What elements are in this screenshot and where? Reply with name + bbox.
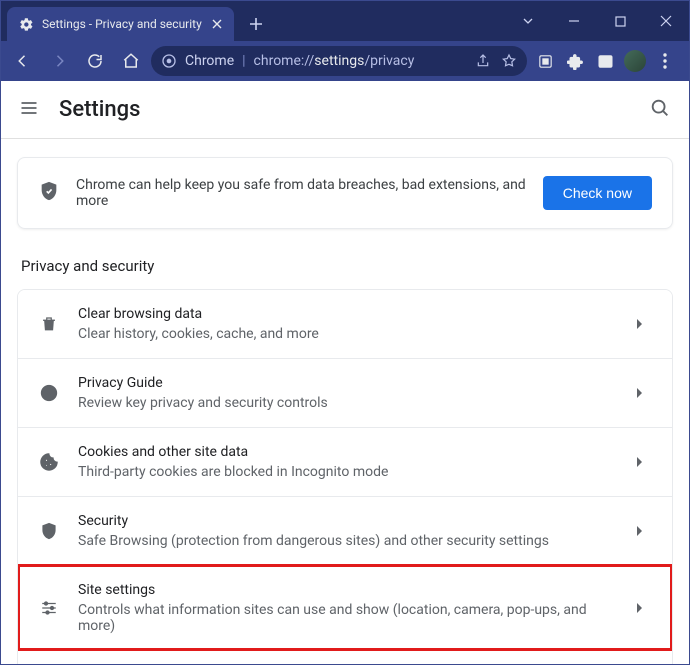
omnibox-separator: | (242, 53, 245, 69)
reload-button[interactable] (79, 45, 111, 77)
chrome-icon (161, 53, 177, 69)
trash-icon (38, 315, 60, 333)
row-clear-browsing-data[interactable]: Clear browsing data Clear history, cooki… (18, 290, 672, 358)
row-title: Clear browsing data (78, 306, 618, 322)
row-title: Site settings (78, 582, 618, 598)
omnibox-url: chrome://settings/privacy (254, 53, 415, 69)
row-security[interactable]: Security Safe Browsing (protection from … (18, 496, 672, 565)
address-bar[interactable]: Chrome | chrome://settings/privacy (151, 46, 527, 76)
profile-avatar[interactable] (621, 47, 649, 75)
bookmark-star-icon[interactable] (501, 53, 517, 69)
privacy-security-list: Clear browsing data Clear history, cooki… (17, 289, 673, 664)
row-cookies[interactable]: Cookies and other site data Third-party … (18, 427, 672, 496)
row-desc: Clear history, cookies, cache, and more (78, 326, 618, 342)
tab-title: Settings - Privacy and security (42, 17, 202, 31)
page-title: Settings (59, 97, 140, 122)
row-privacy-sandbox[interactable]: Privacy Sandbox Trial features are off (18, 650, 672, 664)
extensions-row (531, 47, 683, 75)
sliders-icon (38, 599, 60, 617)
minimize-button[interactable] (551, 1, 597, 41)
chevron-right-icon (636, 315, 652, 334)
omnibox-origin-label: Chrome (185, 53, 234, 69)
window-titlebar: Settings - Privacy and security (1, 1, 689, 41)
window-dropdown-button[interactable] (505, 1, 551, 41)
row-site-settings[interactable]: Site settings Controls what information … (18, 565, 672, 650)
window-controls (505, 1, 689, 41)
row-desc: Third-party cookies are blocked in Incog… (78, 464, 618, 480)
section-title: Privacy and security (21, 257, 673, 275)
new-tab-button[interactable] (242, 10, 270, 38)
search-settings-button[interactable] (649, 97, 671, 123)
row-title: Security (78, 513, 618, 529)
browser-toolbar: Chrome | chrome://settings/privacy (1, 41, 689, 81)
shield-check-icon (38, 180, 60, 206)
row-privacy-guide[interactable]: Privacy Guide Review key privacy and sec… (18, 358, 672, 427)
cookie-icon (38, 452, 60, 472)
safety-check-text: Chrome can help keep you safe from data … (76, 177, 527, 209)
extension-1-icon[interactable] (531, 47, 559, 75)
check-now-button[interactable]: Check now (543, 176, 652, 210)
gear-icon (19, 17, 34, 32)
back-button[interactable] (7, 45, 39, 77)
settings-content[interactable]: Chrome can help keep you safe from data … (1, 139, 689, 664)
extensions-puzzle-icon[interactable] (561, 47, 589, 75)
row-title: Privacy Guide (78, 375, 618, 391)
row-desc: Controls what information sites can use … (78, 602, 618, 634)
close-window-button[interactable] (643, 1, 689, 41)
browser-menu-button[interactable] (651, 53, 679, 69)
chevron-right-icon (636, 522, 652, 541)
row-desc: Safe Browsing (protection from dangerous… (78, 533, 618, 549)
close-tab-button[interactable] (210, 17, 224, 31)
chevron-right-icon (636, 384, 652, 403)
row-title: Cookies and other site data (78, 444, 618, 460)
settings-header: Settings (1, 81, 689, 139)
side-panel-icon[interactable] (591, 47, 619, 75)
chevron-right-icon (636, 453, 652, 472)
row-desc: Review key privacy and security controls (78, 395, 618, 411)
shield-icon (38, 521, 60, 541)
compass-icon (38, 383, 60, 403)
forward-button[interactable] (43, 45, 75, 77)
menu-button[interactable] (19, 98, 39, 122)
safety-check-card: Chrome can help keep you safe from data … (17, 157, 673, 229)
share-icon[interactable] (475, 53, 491, 69)
browser-tab[interactable]: Settings - Privacy and security (7, 7, 234, 41)
home-button[interactable] (115, 45, 147, 77)
maximize-button[interactable] (597, 1, 643, 41)
chevron-right-icon (636, 599, 652, 618)
